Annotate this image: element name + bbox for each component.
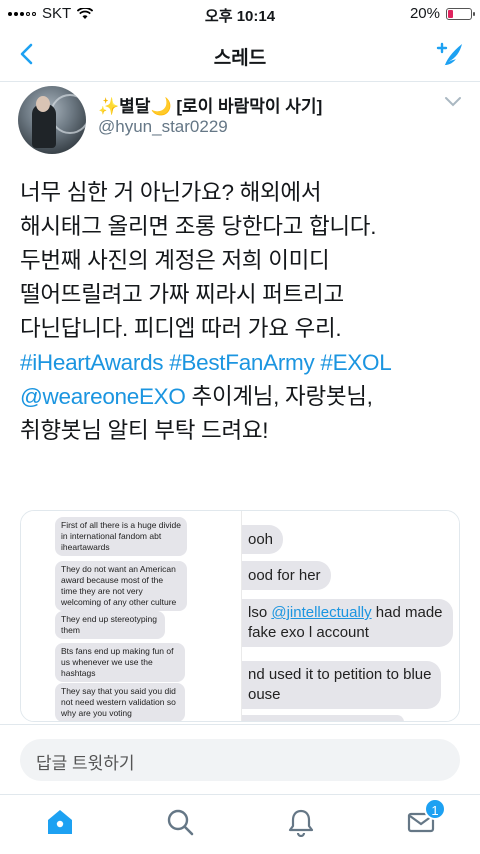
chevron-down-icon[interactable] [444,96,462,108]
hashtag-link[interactable]: #EXOL [320,350,391,375]
chat-bubble: nd used it to petition to blue ouse [242,661,442,709]
chat-bubble: They end up stereotyping them [55,611,165,639]
tweet-line: 취향봇님 알티 부탁 드려요! [20,418,269,443]
chat-text: nd used it to petition to blue [248,666,432,683]
mention-link[interactable]: @weareoneEXO [20,384,186,409]
nav-bar: 스레드 [0,28,480,82]
display-name[interactable]: ✨별달🌙 [로이 바람막이 사기] [98,92,322,117]
mention-line: @weareoneEXO 추이계님, 자랑봇님, [20,380,470,414]
chat-bubble: lso @jintellectually had made fake exo l … [242,599,453,647]
compose-tweet-icon[interactable] [432,38,466,72]
reply-input[interactable]: 답글 트윗하기 [20,739,460,781]
user-handle[interactable]: @hyun_star0229 [98,117,228,137]
hashtag-link[interactable]: #BestFanArmy [169,350,315,375]
chat-bubble [242,715,404,721]
status-right: 20% [409,5,475,22]
media-image-left[interactable]: First of all there is a huge divide in i… [21,511,239,721]
media-image-right[interactable]: ooh ood for her lso @jintellectually had… [241,511,459,721]
chat-bubble: They say that you said you did not need … [55,683,185,721]
reply-bar: 답글 트윗하기 [0,724,480,794]
status-bar: SKT 오후 10:14 20% [0,0,480,28]
chat-text: had made [371,604,443,621]
avatar[interactable] [18,86,86,154]
media-grid[interactable]: First of all there is a huge divide in i… [20,510,460,722]
battery-percent: 20% [409,5,440,22]
status-time: 오후 10:14 [204,8,276,25]
search-icon[interactable] [165,807,195,837]
hashtag-line: #iHeartAwards #BestFanArmy #EXOL [20,346,470,380]
tweet-line: 해시태그 올리면 조롱 당한다고 합니다. [20,214,377,239]
tab-bar [0,794,480,854]
chat-bubble: Bts fans end up making fun of us wheneve… [55,643,185,682]
tweet-text: 너무 심한 거 아닌가요? 해외에서 해시태그 올리면 조롱 당한다고 합니다.… [20,176,470,448]
chat-bubble: ooh [242,525,284,554]
battery-icon [446,7,475,20]
notifications-icon[interactable] [286,807,316,837]
home-icon[interactable] [45,807,75,837]
chat-text: lso [248,604,272,621]
tweet-line: 너무 심한 거 아닌가요? 해외에서 [20,180,322,205]
hashtag-link[interactable]: #iHeartAwards [20,350,164,375]
chat-text: fake exo l account [248,624,369,641]
chat-mention: @jintellectually [271,604,372,621]
chat-bubble: First of all there is a huge divide in i… [55,517,187,556]
chat-bubble: ood for her [242,561,331,590]
tweet-line: 다닌답니다. 피디엡 따러 가요 우리. [20,316,342,341]
tweet-line: 떨어뜨릴려고 가짜 찌라시 퍼트리고 [20,282,344,307]
chat-text: ouse [248,686,281,703]
message-badge: 1 [424,798,446,820]
chat-bubble: They do not want an American award becau… [55,561,187,611]
tweet-line-after-mention: 추이계님, 자랑봇님, [185,384,373,409]
page-title: 스레드 [213,48,267,69]
tweet-line: 두번째 사진의 계정은 저희 이미디 [20,248,330,273]
